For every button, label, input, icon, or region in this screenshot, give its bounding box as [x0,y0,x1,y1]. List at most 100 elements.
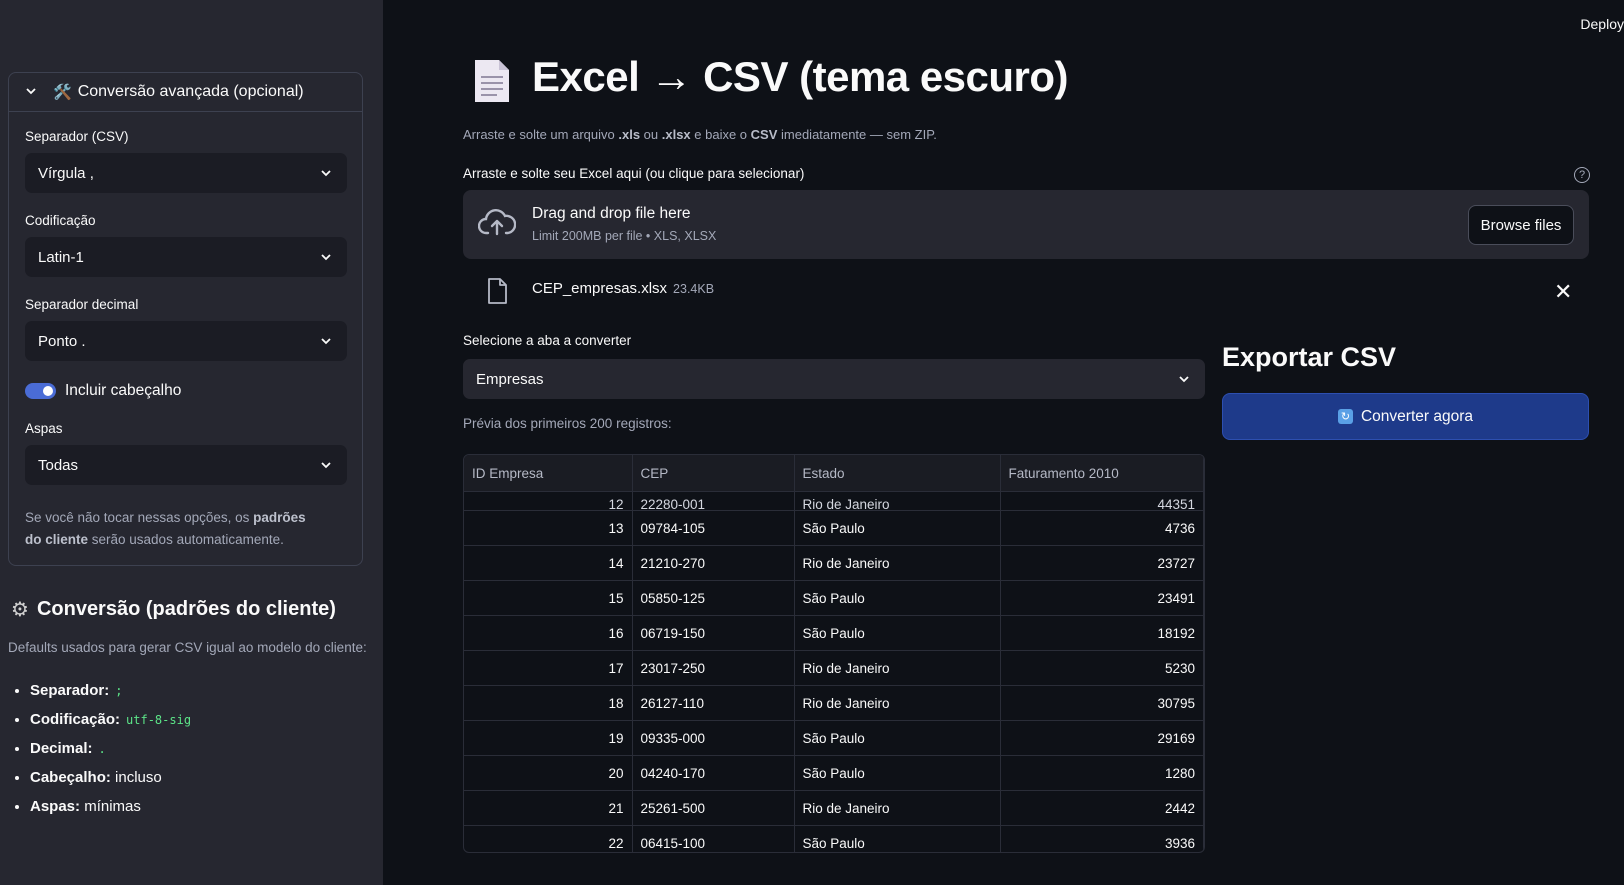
table-cell: 04240-170 [632,755,795,791]
table-row[interactable]: 18 26127-110 Rio de Janeiro 30795 [464,685,1204,721]
dropzone-title: Drag and drop file here [532,205,691,222]
note-prefix: Se você não tocar nessas opções, os [25,510,254,525]
table-cell: 05850-125 [632,580,795,616]
convert-now-button[interactable]: ↻ Converter agora [1222,393,1589,440]
item-key: Aspas: [30,798,81,815]
table-row[interactable]: 16 06719-150 São Paulo 18192 [464,615,1204,651]
table-cell: Rio de Janeiro [794,685,1001,721]
table-row[interactable]: 19 09335-000 São Paulo 29169 [464,720,1204,756]
table-row[interactable]: 12 22280-001 Rio de Janeiro 44351 [464,491,1204,511]
table-cell: São Paulo [794,755,1001,791]
encoding-label: Codificação [25,213,96,228]
column-header[interactable]: Faturamento 2010 [1000,455,1204,492]
page-caption: Arraste e solte um arquivo .xls ou .xlsx… [463,127,937,142]
expander-header[interactable]: 🛠️ Conversão avançada (opcional) [9,73,362,112]
item-key: Decimal: [30,740,93,757]
quotes-value: Todas [38,456,79,474]
table-cell: 06415-100 [632,825,795,852]
sheet-select[interactable]: Empresas [463,359,1205,399]
chevron-down-icon [321,338,331,345]
help-icon[interactable]: ? [1574,167,1590,183]
file-name-text: CEP_empresas.xlsx [532,280,668,297]
table-cell: 06719-150 [632,615,795,651]
list-item: Aspas: mínimas [30,796,191,825]
header-toggle[interactable] [25,383,56,399]
table-cell: 23017-250 [632,650,795,686]
close-icon[interactable]: ✕ [1554,279,1572,305]
table-cell: São Paulo [794,580,1001,616]
table-row[interactable]: 17 23017-250 Rio de Janeiro 5230 [464,650,1204,686]
table-cell: São Paulo [794,720,1001,756]
header-toggle-row: Incluir cabeçalho [25,382,181,400]
defaults-list: Separador:; Codificação: utf-8-sig Decima… [8,680,191,825]
chevron-down-icon [1179,376,1189,383]
quotes-label: Aspas [25,421,63,436]
decimal-select[interactable]: Ponto . [25,321,347,361]
table-cell: 23491 [1000,580,1204,616]
item-key: Cabeçalho: [30,769,111,786]
export-heading: Exportar CSV [1222,342,1397,372]
table-cell: 09335-000 [632,720,795,756]
preview-table[interactable]: ID Empresa CEP Estado Faturamento 2010 1… [463,454,1205,853]
table-cell: 22280-001 [632,491,795,511]
list-item: Cabeçalho: incluso [30,767,191,796]
list-item: Codificação: utf-8-sig [30,709,191,738]
separator-value: Vírgula , [38,164,94,182]
refresh-icon: ↻ [1337,409,1353,424]
table-cell: 19 [464,720,633,756]
defaults-heading: ⚙ Conversão (padrões do cliente) [11,597,336,622]
table-row[interactable]: 15 05850-125 São Paulo 23491 [464,580,1204,616]
table-cell: São Paulo [794,825,1001,852]
caption-text: ou [640,127,662,142]
table-row[interactable]: 14 21210-270 Rio de Janeiro 23727 [464,545,1204,581]
table-cell: 20 [464,755,633,791]
separator-select[interactable]: Vírgula , [25,153,347,193]
convert-button-label: Converter agora [1360,407,1473,425]
file-name: CEP_empresas.xlsx 23.4KB [532,280,714,297]
table-cell: Rio de Janeiro [794,545,1001,581]
table-row[interactable]: 20 04240-170 São Paulo 1280 [464,755,1204,791]
table-cell: 29169 [1000,720,1204,756]
table-cell: Rio de Janeiro [794,650,1001,686]
deploy-button[interactable]: Deploy [1580,16,1624,32]
item-code: . [98,742,106,756]
item-text: incluso [115,769,162,786]
table-cell: 2442 [1000,790,1204,826]
browse-files-button[interactable]: Browse files [1468,205,1574,245]
toggle-knob [43,386,53,396]
column-header[interactable]: CEP [632,455,795,492]
file-dropzone[interactable]: Drag and drop file here Limit 200MB per … [463,190,1589,259]
item-key: Codificação: [30,711,121,728]
table-cell: 23727 [1000,545,1204,581]
table-row[interactable]: 22 06415-100 São Paulo 3936 [464,825,1204,852]
encoding-select[interactable]: Latin-1 [25,237,347,277]
quotes-select[interactable]: Todas [25,445,347,485]
defaults-subtitle: Defaults usados para gerar CSV igual ao … [8,640,367,655]
item-code: utf-8-sig [126,713,192,727]
item-text: mínimas [84,798,141,815]
defaults-title: Conversão (padrões do cliente) [36,598,336,620]
note-suffix: serão usados automaticamente. [88,532,284,547]
column-header[interactable]: Estado [794,455,1001,492]
gear-icon: ⚙ [11,599,29,621]
chevron-down-icon [321,254,331,261]
table-cell: 44351 [1000,491,1204,511]
caption-bold: .xls [618,127,641,142]
table-cell: 4736 [1000,510,1204,546]
advanced-conversion-expander: 🛠️ Conversão avançada (opcional) Separad… [8,72,363,566]
column-header[interactable]: ID Empresa [464,455,633,492]
table-cell: Rio de Janeiro [794,491,1001,511]
sheet-value: Empresas [476,370,544,388]
table-row[interactable]: 21 25261-500 Rio de Janeiro 2442 [464,790,1204,826]
file-size: 23.4KB [673,282,715,296]
table-cell: 18 [464,685,633,721]
caption-text: imediatamente — sem ZIP. [777,127,937,142]
table-cell: 3936 [1000,825,1204,852]
table-cell: 21210-270 [632,545,795,581]
table-cell: 09784-105 [632,510,795,546]
expander-note: Se você não tocar nessas opções, os padr… [25,507,325,551]
table-row[interactable]: 13 09784-105 São Paulo 4736 [464,510,1204,546]
expander-title: Conversão avançada (opcional) [77,83,304,100]
caption-text: e baixe o [690,127,751,142]
list-item: Decimal:. [30,738,191,767]
